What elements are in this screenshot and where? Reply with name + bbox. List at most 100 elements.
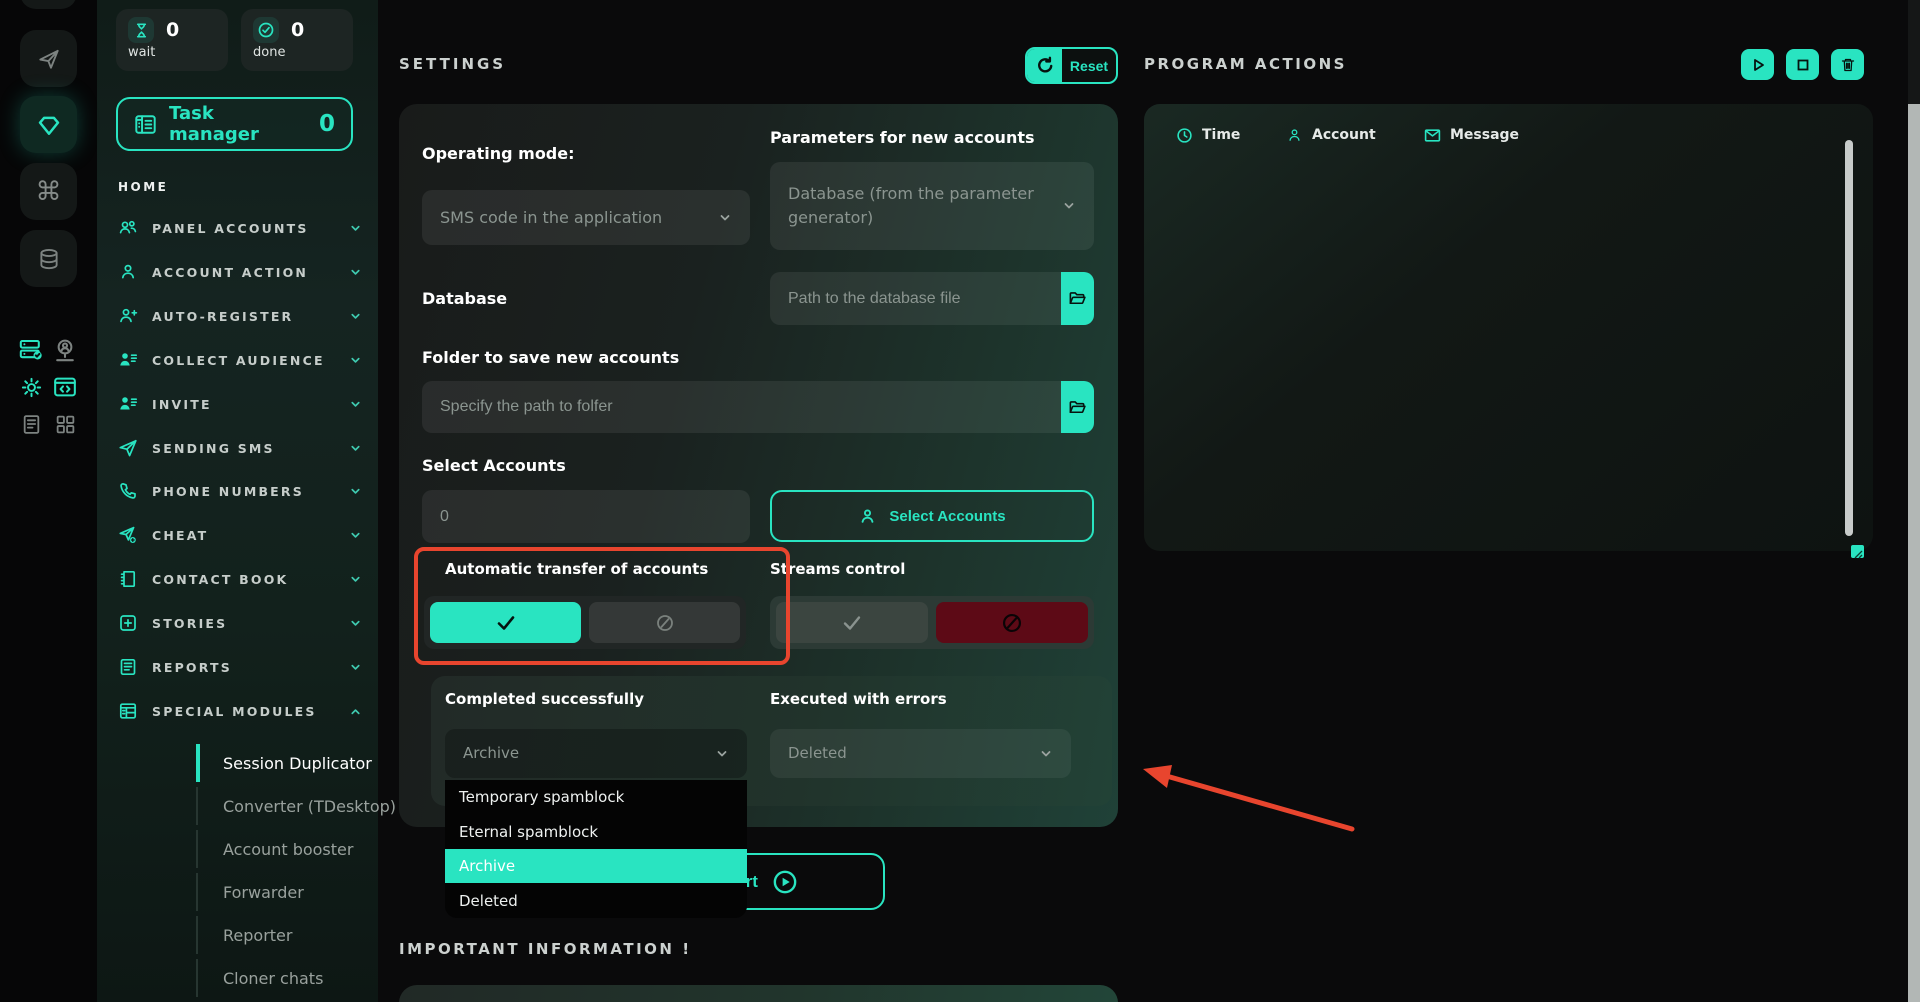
settings-card: Operating mode: SMS code in the applicat… (399, 104, 1118, 827)
submenu-item-converter-tdesktop[interactable]: Converter (TDesktop) (196, 787, 416, 825)
sidebar-item-contact-book[interactable]: CONTACT BOOK (118, 561, 362, 597)
task-manager-label: Task manager (169, 103, 307, 145)
column-message: Message (1424, 120, 1519, 150)
code-window-icon[interactable] (52, 374, 78, 400)
user-list-icon (118, 394, 138, 414)
auto-transfer-label: Automatic transfer of accounts (445, 560, 708, 578)
database-path-input[interactable] (770, 272, 1061, 325)
grid-icon[interactable] (52, 411, 78, 437)
user-icon (1286, 127, 1303, 144)
streams-on-segment[interactable] (776, 602, 928, 643)
sidebar-item-sending-sms[interactable]: SENDING SMS (118, 430, 362, 466)
folder-icon (1068, 398, 1087, 417)
task-manager-button[interactable]: Task manager 0 (116, 97, 353, 151)
sidebar: 0 wait 0 done Task manager 0 HOME PANEL … (97, 0, 378, 1002)
play-icon (1750, 57, 1766, 73)
dropdown-option-archive[interactable]: Archive (445, 849, 747, 883)
completed-select[interactable]: Archive (445, 729, 747, 778)
accounts-count-input[interactable] (422, 490, 750, 543)
rail-button-diamond[interactable] (20, 96, 77, 153)
panel-scrollbar[interactable] (1845, 140, 1853, 536)
chevron-down-icon (349, 398, 362, 411)
dropdown-option-eternal-spamblock[interactable]: Eternal spamblock (445, 815, 747, 849)
folder-icon (1068, 289, 1087, 308)
sidebar-item-cheat[interactable]: CHEAT (118, 517, 362, 553)
chevron-down-icon (349, 485, 362, 498)
select-accounts-button[interactable]: Select Accounts (770, 490, 1094, 542)
sidebar-item-panel-accounts[interactable]: PANEL ACCOUNTS (118, 210, 362, 246)
important-info-card (399, 985, 1118, 1002)
sidebar-item-special-modules[interactable]: SPECIAL MODULES (118, 693, 362, 729)
database-label: Database (422, 289, 507, 308)
column-account: Account (1286, 120, 1376, 150)
users-icon (118, 218, 138, 238)
dropdown-option-temporary-spamblock[interactable]: Temporary spamblock (445, 780, 747, 814)
gear-icon[interactable] (18, 374, 44, 400)
rail-button-database[interactable] (20, 230, 77, 287)
sidebar-item-auto-register[interactable]: AUTO-REGISTER (118, 298, 362, 334)
user-icon (118, 262, 138, 282)
sidebar-item-phone-numbers[interactable]: PHONE NUMBERS (118, 473, 362, 509)
user-plus-icon (118, 306, 138, 326)
important-info-title: IMPORTANT INFORMATION ! (399, 940, 692, 958)
sidebar-item-collect-audience[interactable]: COLLECT AUDIENCE (118, 342, 362, 378)
sidebar-item-stories[interactable]: STORIES (118, 605, 362, 641)
streams-off-segment[interactable] (936, 602, 1088, 643)
completed-label: Completed successfully (445, 690, 644, 708)
account-cam-icon[interactable] (52, 337, 78, 363)
sidebar-item-invite[interactable]: INVITE (118, 386, 362, 422)
delete-button[interactable] (1831, 49, 1864, 80)
server-check-icon[interactable] (18, 337, 44, 363)
folder-save-folder-button[interactable] (1061, 381, 1094, 433)
task-manager-icon (134, 113, 157, 136)
database-folder-button[interactable] (1061, 272, 1094, 325)
paper-plane-dot-icon (118, 525, 138, 545)
submenu-item-forwarder[interactable]: Forwarder (196, 873, 416, 911)
chevron-down-icon (715, 747, 729, 761)
book-icon (118, 569, 138, 589)
parameters-select[interactable]: Database (from the parameter generator) (770, 162, 1094, 250)
sidebar-item-account-action[interactable]: ACCOUNT ACTION (118, 254, 362, 290)
document-icon[interactable] (18, 411, 44, 437)
submenu-item-account-booster[interactable]: Account booster (196, 830, 416, 868)
submenu-item-session-duplicator[interactable]: Session Duplicator (196, 744, 416, 782)
chevron-down-icon (349, 529, 362, 542)
dropdown-option-deleted[interactable]: Deleted (445, 884, 747, 918)
reset-button[interactable]: Reset (1025, 47, 1118, 84)
executed-select[interactable]: Deleted (770, 729, 1071, 778)
panel-resize-handle[interactable] (1851, 545, 1864, 558)
rail-button-send[interactable] (20, 30, 77, 87)
done-label: done (253, 45, 341, 60)
submenu-item-cloner-chats[interactable]: Cloner chats (196, 959, 416, 997)
play-circle-icon (772, 869, 798, 895)
operating-mode-select[interactable]: SMS code in the application (422, 190, 750, 245)
stop-button[interactable] (1786, 49, 1819, 80)
select-accounts-label: Select Accounts (422, 456, 566, 475)
auto-transfer-toggle (424, 596, 746, 649)
column-time: Time (1176, 120, 1240, 150)
chevron-down-icon (349, 222, 362, 235)
modules-icon (118, 701, 138, 721)
auto-transfer-on-segment[interactable] (430, 602, 581, 643)
sidebar-item-reports[interactable]: REPORTS (118, 649, 362, 685)
folder-save-input[interactable] (422, 381, 1061, 433)
phone-icon (118, 481, 138, 501)
plus-square-icon (118, 613, 138, 633)
play-button[interactable] (1741, 49, 1774, 80)
parameters-label: Parameters for new accounts (770, 128, 1035, 147)
chevron-down-icon (1062, 199, 1076, 213)
auto-transfer-off-segment[interactable] (589, 602, 740, 643)
window-scrollbar-thumb[interactable] (1908, 104, 1920, 1002)
program-actions-title: PROGRAM ACTIONS (1144, 55, 1347, 73)
chevron-up-icon (349, 705, 362, 718)
chevron-down-icon (1039, 747, 1053, 761)
chevron-down-icon (349, 266, 362, 279)
rail-button-command[interactable]: ⌘ (20, 163, 77, 220)
trash-icon (1840, 57, 1856, 73)
rail-button-partial[interactable] (20, 0, 77, 9)
submenu-item-reporter[interactable]: Reporter (196, 916, 416, 954)
program-actions-panel: Time Account Message (1144, 104, 1873, 551)
slash-circle-icon (1001, 612, 1023, 634)
sidebar-section-home: HOME (118, 180, 168, 194)
done-counter: 0 done (241, 9, 353, 71)
